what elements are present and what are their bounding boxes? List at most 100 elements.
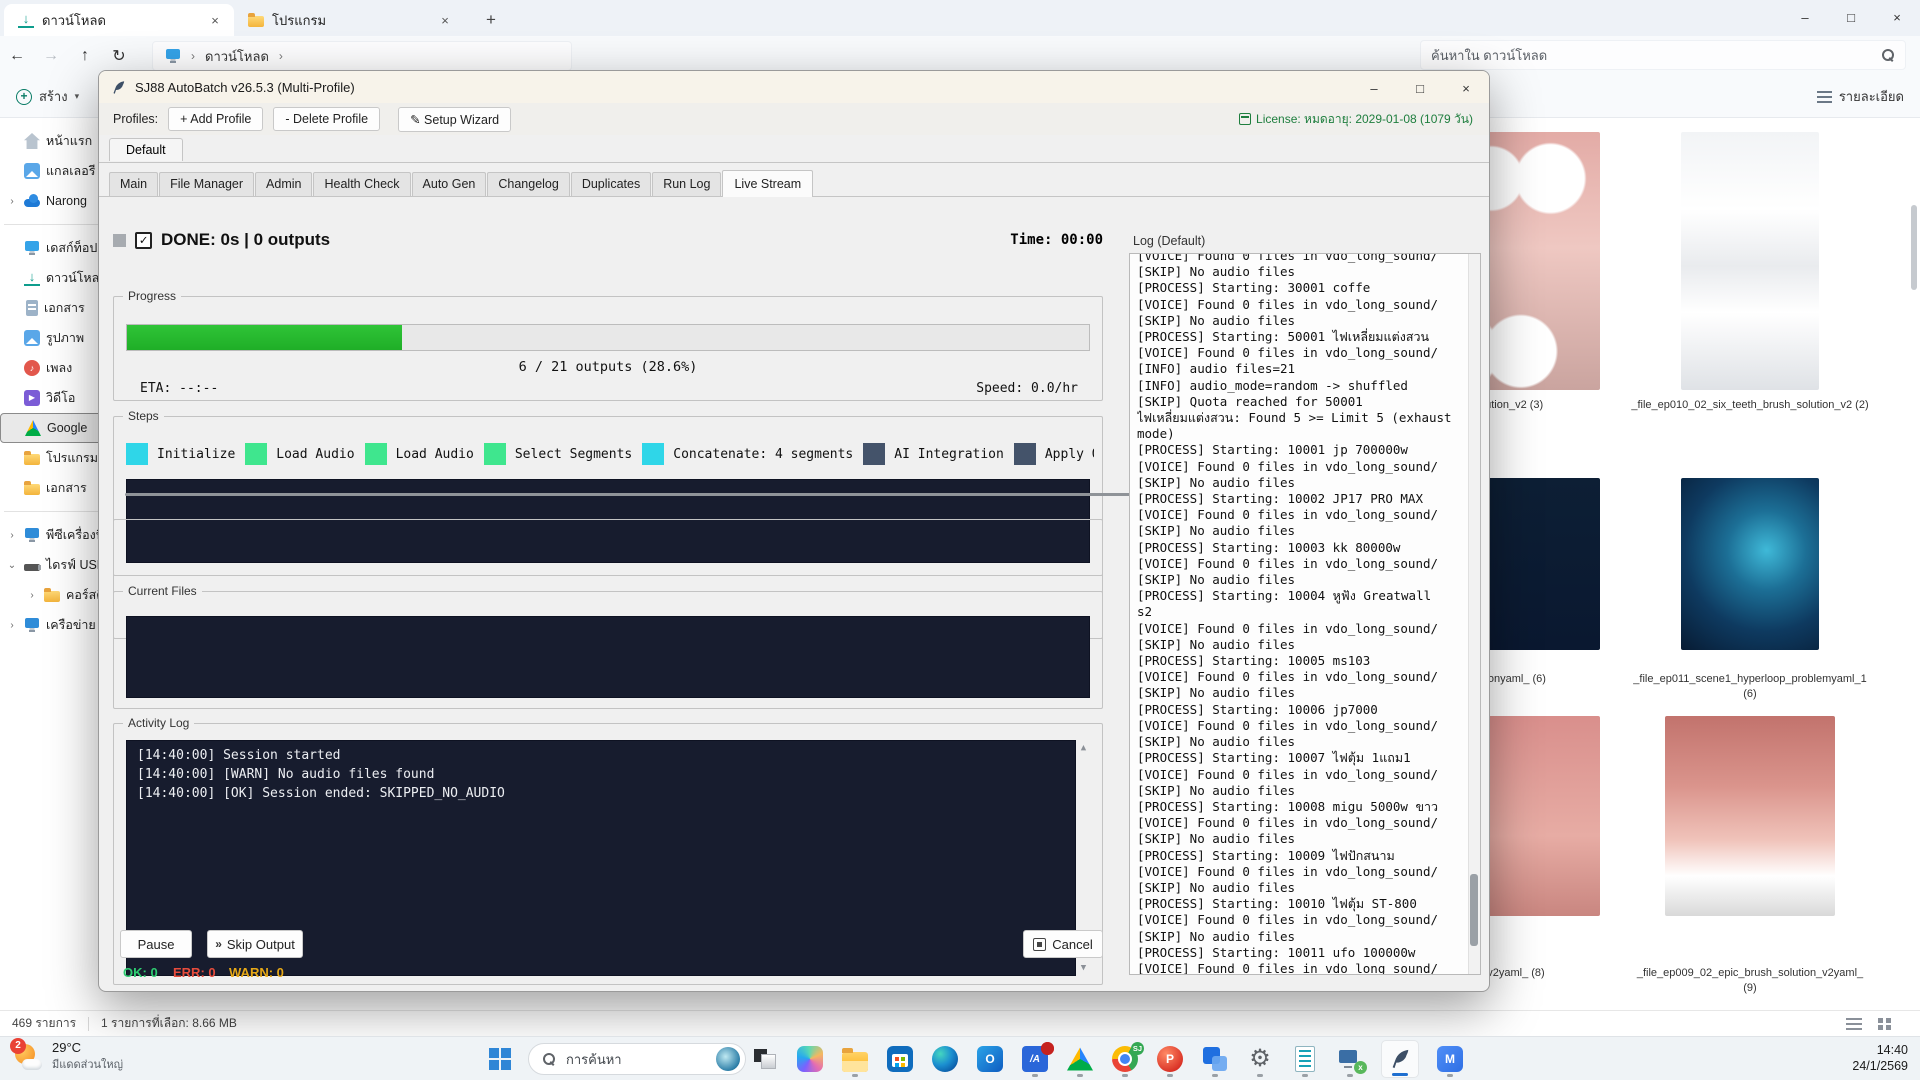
- tab-admin[interactable]: Admin: [255, 172, 312, 196]
- expand-chevron-icon[interactable]: ›: [6, 620, 18, 631]
- log-scrollbar-thumb[interactable]: [1470, 874, 1478, 946]
- search-icon[interactable]: [1882, 49, 1895, 62]
- explorer-search-input[interactable]: ค้นหาใน ดาวน์โหลด: [1420, 40, 1906, 70]
- tab-file-manager[interactable]: File Manager: [159, 172, 254, 196]
- tab-live-stream[interactable]: Live Stream: [722, 170, 813, 197]
- sidebar-item[interactable]: วิดีโอ: [0, 383, 104, 413]
- outlook-icon[interactable]: O: [976, 1040, 1004, 1078]
- back-button[interactable]: ←: [0, 47, 34, 65]
- up-button[interactable]: ↑: [68, 47, 102, 65]
- tab-health-check[interactable]: Health Check: [313, 172, 410, 196]
- sidebar-item[interactable]: โปรแกรม: [0, 443, 104, 473]
- cancel-button[interactable]: Cancel: [1023, 930, 1103, 958]
- settings-icon[interactable]: ⚙: [1246, 1040, 1274, 1078]
- m-app-icon[interactable]: M: [1436, 1040, 1464, 1078]
- profile-tab-default[interactable]: Default: [109, 138, 183, 161]
- breadcrumb-segment[interactable]: ดาวน์โหลด: [205, 46, 269, 67]
- notepad-icon[interactable]: [1291, 1040, 1319, 1078]
- forward-button[interactable]: →: [34, 47, 68, 65]
- profile-notebook: Default: [99, 135, 1489, 163]
- tab-run-log[interactable]: Run Log: [652, 172, 721, 196]
- details-view-icon[interactable]: [1846, 1018, 1862, 1030]
- close-button[interactable]: ×: [1874, 0, 1920, 34]
- scroll-up-icon[interactable]: ▲: [1081, 743, 1086, 753]
- file-item[interactable]: _file_ep010_02_six_teeth_brush_solution_…: [1630, 132, 1870, 413]
- ia-app-icon[interactable]: /A: [1021, 1040, 1049, 1078]
- sidebar-item[interactable]: เอกสาร: [0, 293, 104, 323]
- add-profile-button[interactable]: + Add Profile: [168, 107, 263, 131]
- delete-profile-button[interactable]: - Delete Profile: [273, 107, 380, 131]
- current-files-group-box: Current Files: [113, 591, 1103, 709]
- explorer-scrollbar[interactable]: [1911, 205, 1917, 290]
- sidebar-item[interactable]: เดสก์ท็อป: [0, 233, 104, 263]
- new-button[interactable]: + สร้าง ▾: [16, 86, 79, 107]
- thumbnail-view-icon[interactable]: [1878, 1018, 1892, 1030]
- file-item[interactable]: _file_ep011_scene1_hyperloop_problemyaml…: [1630, 478, 1870, 702]
- pause-button[interactable]: Pause: [120, 930, 192, 958]
- sidebar-item[interactable]: เอกสาร: [0, 473, 104, 503]
- expand-chevron-icon[interactable]: ›: [6, 530, 18, 541]
- maximize-button[interactable]: □: [1397, 71, 1443, 105]
- copilot-icon[interactable]: [796, 1040, 824, 1078]
- license-status: License: หมดอายุ: 2029-01-08 (1079 วัน): [1239, 110, 1473, 129]
- log-scrollbar[interactable]: [1468, 254, 1480, 974]
- minimize-button[interactable]: –: [1351, 71, 1397, 105]
- autobatch-title-bar[interactable]: SJ88 AutoBatch v26.5.3 (Multi-Profile) –…: [99, 71, 1489, 103]
- sidebar-item[interactable]: แกลเลอรี: [0, 156, 104, 186]
- remote-pc-icon[interactable]: x: [1336, 1040, 1364, 1078]
- sidebar-item[interactable]: ↓ดาวน์โหลด: [0, 263, 104, 293]
- powerpoint-icon[interactable]: P: [1156, 1040, 1184, 1078]
- sidebar-item[interactable]: เพลง: [0, 353, 104, 383]
- task-view-icon[interactable]: [751, 1040, 779, 1078]
- sidebar-item[interactable]: ›พีซีเครื่องนี้: [0, 520, 104, 550]
- log-line: [PROCESS] Starting: 10010 ไฟตุ้ม ST-800: [1137, 896, 1464, 912]
- details-toggle-button[interactable]: รายละเอียด: [1817, 86, 1904, 107]
- running-indicator: [852, 1074, 858, 1077]
- minimize-button[interactable]: –: [1782, 0, 1828, 34]
- weather-widget[interactable]: 2 29°C มีแดดส่วนใหญ่: [14, 1040, 123, 1073]
- done-checkbox[interactable]: ✓: [135, 232, 152, 249]
- file-explorer-icon[interactable]: [841, 1040, 869, 1078]
- sidebar-item[interactable]: ⌄ไดรฟ์ USB: [0, 550, 104, 580]
- log-panel[interactable]: [VOICE] Found 0 files in vdo_long_sound/…: [1129, 253, 1481, 975]
- autobatch-feather-icon[interactable]: [1381, 1040, 1419, 1078]
- sidebar-item[interactable]: ›เครือข่าย: [0, 610, 104, 640]
- close-button[interactable]: ×: [1443, 71, 1489, 105]
- new-tab-button[interactable]: +: [478, 4, 504, 36]
- sidebar-item[interactable]: ›คอร์สตี้: [0, 580, 104, 610]
- search-highlight-image[interactable]: [716, 1047, 740, 1071]
- tab-auto-gen[interactable]: Auto Gen: [412, 172, 487, 196]
- sidebar-item[interactable]: รูปภาพ: [0, 323, 104, 353]
- skip-output-button[interactable]: » Skip Output: [207, 930, 303, 958]
- edge-icon[interactable]: [931, 1040, 959, 1078]
- log-line: [SKIP] No audio files: [1137, 831, 1464, 847]
- expand-chevron-icon[interactable]: ⌄: [6, 560, 18, 571]
- log-line: [SKIP] No audio files: [1137, 572, 1464, 588]
- taskbar-clock[interactable]: 14:40 24/1/2569: [1852, 1042, 1908, 1074]
- sharepoint-icon[interactable]: [1201, 1040, 1229, 1078]
- tab-main[interactable]: Main: [109, 172, 158, 196]
- sidebar-item[interactable]: หน้าแรก: [0, 126, 104, 156]
- explorer-tab-downloads[interactable]: ↓ ดาวน์โหลด ×: [4, 4, 234, 36]
- sidebar-item[interactable]: ›Narong: [0, 186, 104, 216]
- setup-wizard-button[interactable]: ✎ Setup Wizard: [398, 107, 511, 132]
- tab-duplicates[interactable]: Duplicates: [571, 172, 651, 196]
- expand-chevron-icon[interactable]: ›: [26, 590, 38, 601]
- scroll-down-icon[interactable]: ▼: [1081, 963, 1086, 973]
- expand-chevron-icon[interactable]: ›: [6, 196, 18, 207]
- chrome-icon[interactable]: SJ: [1111, 1040, 1139, 1078]
- file-item[interactable]: _file_ep009_02_epic_brush_solution_v2yam…: [1630, 716, 1870, 996]
- tab-changelog[interactable]: Changelog: [487, 172, 569, 196]
- taskbar-search-box[interactable]: การค้นหา: [528, 1043, 746, 1075]
- close-tab-icon[interactable]: ×: [436, 13, 454, 28]
- sidebar-item[interactable]: Google: [0, 413, 104, 443]
- start-button[interactable]: [488, 1047, 512, 1071]
- step-item: Load Audio: [245, 443, 354, 465]
- breadcrumb[interactable]: › ดาวน์โหลด ›: [152, 41, 572, 71]
- refresh-button[interactable]: ↻: [102, 46, 136, 66]
- maximize-button[interactable]: □: [1828, 0, 1874, 34]
- microsoft-store-icon[interactable]: [886, 1040, 914, 1078]
- explorer-tab-programs[interactable]: โปรแกรม ×: [234, 4, 464, 36]
- close-tab-icon[interactable]: ×: [206, 13, 224, 28]
- google-drive-icon[interactable]: [1066, 1040, 1094, 1078]
